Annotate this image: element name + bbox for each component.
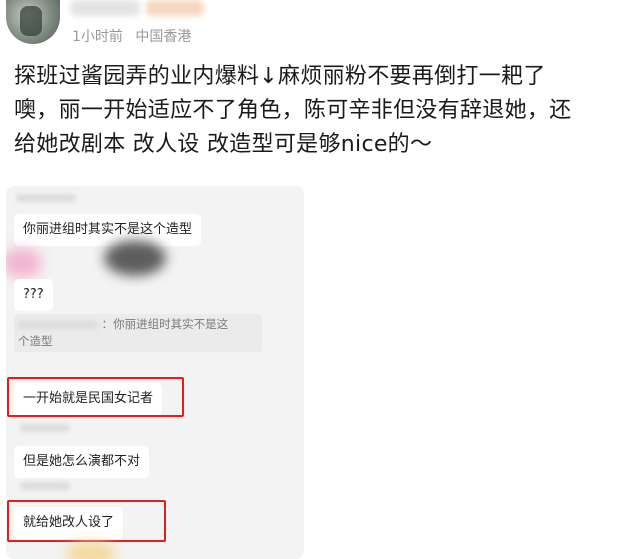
post-text-line: 噢，丽一开始适应不了角色，陈可辛非但没有辞退她，还 (14, 98, 572, 123)
quote-text: 个造型 (18, 334, 53, 348)
chat-message-text: 但是她怎么演都不对 (23, 454, 141, 469)
quoted-reply: ：你丽进组时其实不是这 个造型 (14, 314, 262, 352)
pink-scribble (6, 248, 42, 278)
post-location: 中国香港 (135, 29, 192, 45)
avatar[interactable] (6, 0, 60, 44)
blurred-user-badge (146, 0, 204, 16)
quote-text: ：你丽进组时其实不是这 (101, 317, 229, 331)
chat-message: 但是她怎么演都不对 (14, 446, 150, 478)
post-time: 1小时前 (72, 29, 123, 45)
post-meta: 1小时前 中国香港 (72, 26, 199, 46)
black-scribble (104, 240, 166, 276)
blurred-username (70, 0, 140, 16)
blurred-sender (20, 424, 70, 432)
chat-message-text: 就给她改人设了 (23, 515, 115, 530)
post-text-line: 给她改剧本 改人设 改造型可是够nice的～ (14, 132, 433, 157)
chat-message: 就给她改人设了 (14, 507, 124, 539)
chat-message: 你丽进组时其实不是这个造型 (14, 214, 202, 246)
chat-screenshot-image[interactable]: 你丽进组时其实不是这个造型 ??? ：你丽进组时其实不是这 个造型 一开始就是民… (6, 186, 304, 559)
post-body: 探班过酱园弄的业内爆料↓麻烦丽粉不要再倒打一耙了 噢，丽一开始适应不了角色，陈可… (14, 60, 630, 162)
blurred-sender (20, 482, 70, 490)
chat-message: 一开始就是民国女记者 (14, 383, 163, 415)
avatar-figure (20, 6, 42, 36)
chat-message-text: ??? (23, 287, 44, 302)
chat-message: ??? (14, 279, 53, 311)
post-text-line: 探班过酱园弄的业内爆料↓麻烦丽粉不要再倒打一耙了 (14, 64, 546, 89)
blurred-sender (16, 194, 76, 202)
blurred-quote-sender (18, 320, 98, 329)
yellow-scribble (66, 541, 116, 559)
chat-message-text: 一开始就是民国女记者 (23, 391, 154, 406)
chat-message-text: 你丽进组时其实不是这个造型 (23, 222, 193, 237)
